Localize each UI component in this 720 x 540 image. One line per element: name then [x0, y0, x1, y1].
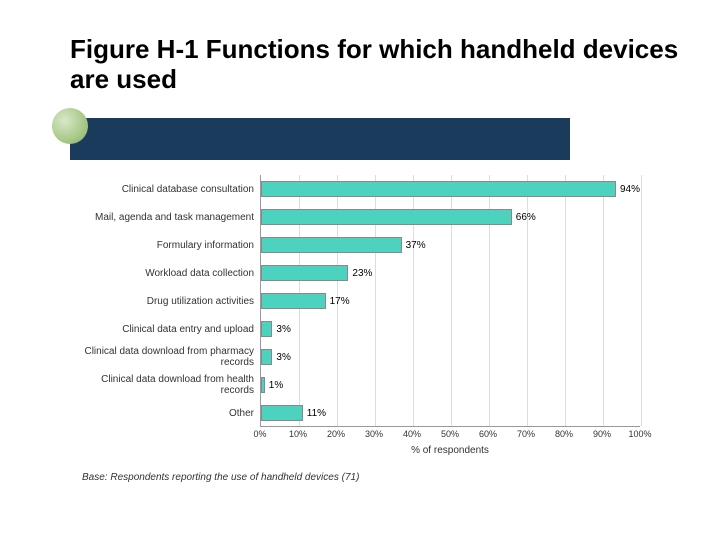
accent-bar [70, 118, 570, 160]
bar-row: 1% [261, 371, 640, 399]
bar-value-label: 17% [330, 296, 350, 307]
bar-row: 94% [261, 175, 640, 203]
x-tick-label: 60% [479, 429, 497, 439]
category-label: Mail, agenda and task management [70, 203, 260, 231]
category-label: Drug utilization activities [70, 287, 260, 315]
bar-value-label: 66% [516, 212, 536, 223]
bar-row: 11% [261, 399, 640, 427]
x-tick-label: 20% [327, 429, 345, 439]
bar [261, 181, 616, 198]
x-tick-label: 0% [253, 429, 266, 439]
category-label: Clinical data entry and upload [70, 315, 260, 343]
bar-value-label: 23% [352, 268, 372, 279]
page-title: Figure H-1 Functions for which handheld … [70, 35, 720, 95]
accent-dot [52, 108, 88, 144]
bar [261, 237, 402, 254]
bar-row: 66% [261, 203, 640, 231]
plot-area: 94% 66% 37% 23% 17% 3% 3% 1% 11% [260, 175, 640, 427]
bar [261, 377, 265, 394]
bar-row: 23% [261, 259, 640, 287]
x-tick-label: 80% [555, 429, 573, 439]
category-label: Workload data collection [70, 259, 260, 287]
y-axis-labels: Clinical database consultationMail, agen… [70, 175, 260, 427]
x-tick-label: 100% [628, 429, 651, 439]
bar-row: 3% [261, 315, 640, 343]
bar [261, 405, 303, 422]
category-label: Clinical data download from pharmacy rec… [70, 343, 260, 371]
category-label: Formulary information [70, 231, 260, 259]
bar-row: 3% [261, 343, 640, 371]
bar-value-label: 11% [307, 408, 326, 419]
x-axis-label: % of respondents [260, 445, 640, 456]
bar-value-label: 37% [406, 240, 426, 251]
bar-row: 17% [261, 287, 640, 315]
bar [261, 265, 348, 282]
bar [261, 293, 326, 310]
bar-row: 37% [261, 231, 640, 259]
bar-value-label: 3% [276, 324, 290, 335]
x-tick-label: 40% [403, 429, 421, 439]
footnote: Base: Respondents reporting the use of h… [82, 472, 359, 483]
category-label: Clinical data download from health recor… [70, 371, 260, 399]
x-tick-label: 90% [593, 429, 611, 439]
x-tick-label: 70% [517, 429, 535, 439]
x-tick-label: 10% [289, 429, 307, 439]
chart: Clinical database consultationMail, agen… [70, 175, 660, 427]
bar-value-label: 1% [269, 380, 283, 391]
bar [261, 349, 272, 366]
bar [261, 209, 512, 226]
x-tick-label: 30% [365, 429, 383, 439]
bar-value-label: 94% [620, 184, 640, 195]
category-label: Clinical database consultation [70, 175, 260, 203]
bar-value-label: 3% [276, 352, 290, 363]
bar [261, 321, 272, 338]
category-label: Other [70, 399, 260, 427]
x-tick-label: 50% [441, 429, 459, 439]
